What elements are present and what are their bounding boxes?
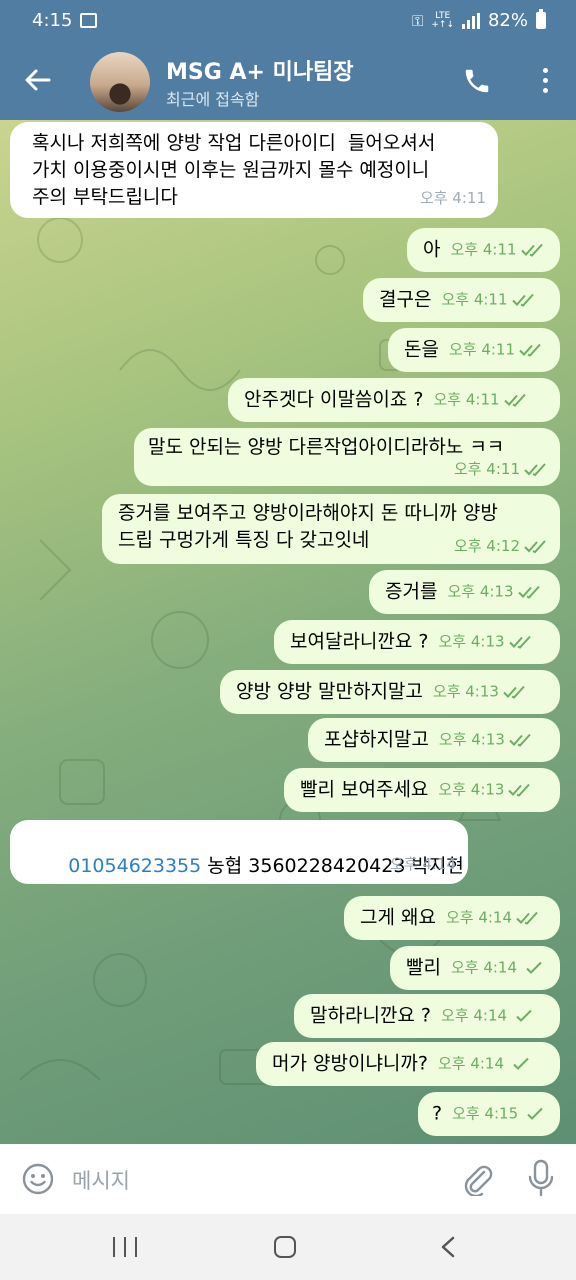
message-time: 오후 4:15	[452, 1104, 519, 1123]
sent-check-icon	[526, 961, 542, 974]
status-bar: 4:15 ⚿ LTE +↑↓ 82%	[0, 0, 576, 44]
message-bubble-outgoing[interactable]: 증거를 보여주고 양방이라해야지 돈 따니까 양방 드립 구멍가게 특징 다 갖…	[102, 494, 560, 564]
message-bubble-outgoing[interactable]: ? 오후 4:15	[418, 1092, 560, 1136]
read-double-check-icon	[509, 733, 531, 747]
message-bubble-outgoing[interactable]: 포샵하지말고 오후 4:13	[308, 718, 560, 762]
message-bubble-outgoing[interactable]: 아 오후 4:11	[407, 228, 560, 272]
message-text: 증거를 보여주고 양방이라해야지 돈 따니까 양방 드립 구멍가게 특징 다 갖…	[118, 502, 498, 551]
message-text: 보여달라니깐요 ?	[290, 630, 429, 653]
avatar[interactable]	[90, 52, 150, 112]
read-double-check-icon	[508, 635, 531, 649]
message-bubble-outgoing[interactable]: 양방 양방 말만하지말고 오후 4:13	[220, 670, 560, 714]
message-time: 오후 4:13	[432, 682, 499, 701]
message-time: 오후 4:11	[441, 290, 508, 309]
message-bubble-outgoing[interactable]: 돈을 오후 4:11	[388, 328, 560, 372]
message-text: 빨리	[406, 956, 441, 979]
more-options-icon[interactable]	[540, 68, 550, 96]
read-double-check-icon	[519, 343, 541, 357]
message-text: 말하라니깐요 ?	[310, 1004, 432, 1027]
message-time: 오후 4:14	[445, 908, 513, 927]
message-time: 오후 4:11	[433, 390, 500, 409]
message-text: 안주겟다 이말씀이죠 ?	[244, 388, 424, 411]
message-time: 오후 4:14	[437, 1054, 505, 1073]
emoji-icon[interactable]	[22, 1163, 54, 1195]
system-navigation-bar	[0, 1214, 576, 1280]
message-text: 혹시나 저희쪽에 양방 작업 다른아이디 들어오셔서 가치 이용중이시면 이후는…	[32, 132, 436, 208]
message-bubble-outgoing[interactable]: 보여달라니깐요 ? 오후 4:13	[274, 620, 560, 664]
nav-back-icon[interactable]	[440, 1236, 456, 1258]
message-time: 오후 4:12	[453, 537, 520, 555]
microphone-icon[interactable]	[526, 1158, 556, 1198]
read-double-check-icon	[503, 393, 526, 407]
network-indicator: LTE +↑↓	[431, 11, 454, 30]
read-double-check-icon	[503, 685, 525, 699]
sent-check-icon	[527, 1107, 543, 1120]
battery-icon	[536, 9, 546, 29]
message-bubble-outgoing[interactable]: 빨리 오후 4:14	[390, 946, 560, 990]
chat-header: 4:15 ⚿ LTE +↑↓ 82% MSG A+ 미나팀장 최근에 접속함	[0, 0, 576, 120]
battery-percent: 82%	[487, 10, 528, 31]
message-text: 증거를	[385, 580, 438, 603]
sent-check-icon	[513, 1057, 529, 1070]
message-text: 포샵하지말고	[324, 728, 429, 751]
message-text: 결구은	[379, 288, 432, 311]
message-time: 오후 4:11	[450, 240, 517, 259]
message-time: 오후 4:13	[438, 730, 505, 749]
back-arrow-icon[interactable]	[22, 64, 54, 96]
message-time: 오후 4:11	[453, 460, 520, 478]
read-double-check-icon	[508, 783, 531, 797]
read-double-check-icon	[520, 243, 543, 257]
key-icon: ⚿	[411, 11, 424, 30]
message-time: 오후 4:13	[438, 780, 505, 799]
phone-number-link[interactable]: 01054623355	[68, 855, 201, 877]
message-text: ?	[432, 1102, 443, 1125]
chat-area[interactable]: 혹시나 저희쪽에 양방 작업 다른아이디 들어오셔서 가치 이용중이시면 이후는…	[0, 120, 576, 1144]
message-text: 말도 안되는 양방 다른작업아이디라하노 ㅋㅋ	[148, 436, 505, 458]
message-bubble-incoming[interactable]: 혹시나 저희쪽에 양방 작업 다른아이디 들어오셔서 가치 이용중이시면 이후는…	[10, 122, 498, 218]
message-text: 그게 왜요	[360, 906, 436, 929]
message-text: 돈을	[404, 338, 439, 361]
message-input-bar: 메시지	[0, 1144, 576, 1214]
phone-call-icon[interactable]	[462, 66, 492, 96]
signal-icon	[461, 12, 480, 29]
message-bubble-outgoing[interactable]: 안주겟다 이말씀이죠 ? 오후 4:11	[228, 378, 560, 422]
message-time: 오후 4:11	[448, 340, 516, 359]
message-time: 오후 4:14	[450, 958, 518, 977]
read-double-check-icon	[511, 293, 534, 307]
network-activity: +↑↓	[431, 19, 454, 30]
message-bubble-incoming[interactable]: 01054623355 농협 3560228420423 박지현 오후 4:14	[10, 820, 468, 884]
message-time: 오후 4:13	[438, 632, 505, 651]
chat-title[interactable]: MSG A+ 미나팀장	[166, 54, 354, 86]
message-bubble-outgoing[interactable]: 말하라니깐요 ? 오후 4:14	[294, 994, 560, 1038]
message-time: 오후 4:11	[419, 189, 486, 207]
sent-check-icon	[516, 1009, 532, 1022]
message-text: 빨리 보여주세요	[300, 778, 429, 801]
message-input[interactable]: 메시지	[72, 1165, 130, 1195]
message-bubble-outgoing[interactable]: 말도 안되는 양방 다른작업아이디라하노 ㅋㅋ 오후 4:11	[134, 428, 560, 486]
status-time: 4:15	[32, 10, 73, 31]
message-bubble-outgoing[interactable]: 결구은 오후 4:11	[363, 278, 560, 322]
gallery-icon	[80, 13, 97, 28]
message-bubble-outgoing[interactable]: 증거를 오후 4:13	[369, 570, 560, 614]
last-seen-status: 최근에 접속함	[166, 90, 260, 109]
read-double-check-icon	[517, 585, 540, 599]
message-time: 오후 4:14	[389, 855, 456, 873]
message-text: 아	[423, 238, 441, 261]
read-double-check-icon	[516, 911, 538, 925]
home-icon[interactable]	[274, 1236, 296, 1258]
message-text: 머가 양방이냐니까?	[272, 1052, 428, 1075]
message-time: 오후 4:13	[447, 582, 514, 601]
message-bubble-outgoing[interactable]: 그게 왜요 오후 4:14	[344, 896, 560, 940]
message-bubble-outgoing[interactable]: 머가 양방이냐니까? 오후 4:14	[256, 1042, 560, 1086]
attach-icon[interactable]	[460, 1162, 494, 1196]
recent-apps-icon[interactable]	[113, 1237, 137, 1257]
message-time: 오후 4:14	[441, 1006, 508, 1025]
read-double-check-icon	[524, 539, 546, 553]
message-bubble-outgoing[interactable]: 빨리 보여주세요 오후 4:13	[284, 768, 560, 812]
read-double-check-icon	[524, 462, 546, 476]
message-text: 양방 양방 말만하지말고	[236, 680, 423, 703]
